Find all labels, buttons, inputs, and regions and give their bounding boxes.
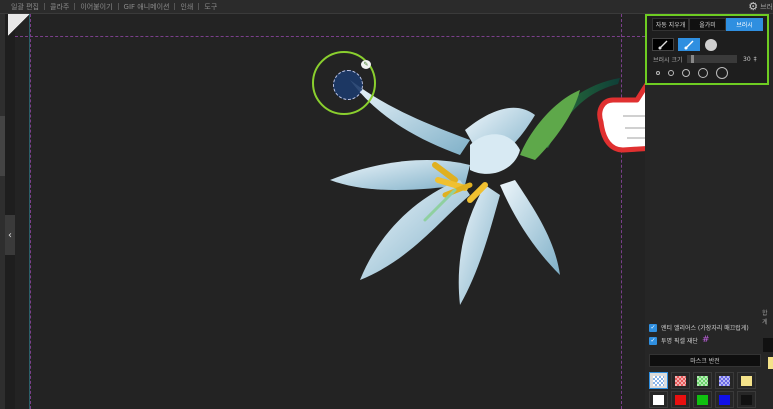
brush-erase-button[interactable] [678, 38, 700, 51]
menu-item-batch-edit[interactable]: 일괄 편집 [6, 2, 44, 12]
swatch-white[interactable] [649, 391, 668, 408]
gear-icon[interactable]: ⚙ [748, 1, 758, 12]
swatch-light-yellow[interactable] [737, 372, 756, 389]
guide-line-top [15, 36, 645, 37]
circle-brush-icon [705, 38, 717, 51]
brush-cursor-area [333, 70, 363, 100]
antialias-option[interactable]: ✓ 엔티 앨리어스 (가장자리 매끄럽게) [649, 321, 749, 334]
menu-item-collage[interactable]: 콜라주 [45, 2, 74, 12]
right-edge-swatch[interactable] [768, 357, 773, 369]
menu-item-print[interactable]: 인쇄 [175, 2, 198, 12]
brush-tool-row [652, 38, 718, 51]
preset-size-l[interactable] [698, 68, 708, 78]
transparent-crop-option[interactable]: ✓ 투명 픽셀 재단 # [649, 334, 749, 347]
preset-size-m[interactable] [682, 69, 690, 77]
chevron-left-icon: ‹ [8, 229, 12, 241]
swatch-green[interactable] [693, 391, 712, 408]
mode-tabs: 자동 지우개 올가미 브러시 [652, 18, 763, 31]
right-edge-label: 합계 [762, 310, 768, 326]
left-sidebar-scroll-tab[interactable] [0, 116, 5, 176]
tab-auto-eraser[interactable]: 자동 지우개 [652, 18, 689, 31]
preset-size-xs[interactable] [656, 71, 660, 75]
brush-restore-icon [658, 40, 668, 49]
brush-size-slider-knob[interactable] [690, 55, 694, 63]
swatch-light-green[interactable] [693, 372, 712, 389]
crop-grid-icon: # [701, 335, 710, 345]
tab-lasso[interactable]: 올가미 [689, 18, 726, 31]
brush-size-slider[interactable] [687, 55, 737, 63]
brush-settings-panel: 자동 지우개 올가미 브러시 브러시 크기 30 ‡ [645, 14, 769, 85]
checker-swatch-icon [653, 375, 664, 386]
guide-line-left [30, 14, 31, 409]
antialias-label: 엔티 앨리어스 (가장자리 매끄럽게) [661, 325, 749, 332]
main-menu: 일괄 편집 콜라주 이어붙이기 GIF 애니메이션 인쇄 도구 [6, 1, 222, 12]
brush-size-stepper-icon[interactable]: ‡ [754, 56, 757, 63]
collapse-panel-button[interactable]: ‹ [5, 215, 15, 255]
transparent-crop-checkbox[interactable]: ✓ [649, 336, 657, 345]
swatch-red[interactable] [671, 391, 690, 408]
top-right-controls: ⚙ 브러 [748, 0, 773, 13]
swatch-blue[interactable] [715, 391, 734, 408]
swatch-black[interactable] [737, 391, 756, 408]
invert-mask-button[interactable]: 마스크 반전 [649, 354, 761, 367]
panel-title-truncated: 브러 [760, 2, 773, 11]
preset-size-s[interactable] [668, 70, 674, 76]
mask-color-swatches [649, 372, 756, 408]
antialias-checkbox[interactable]: ✓ [649, 323, 657, 332]
canvas-corner-badge [8, 14, 30, 36]
menu-item-combine[interactable]: 이어붙이기 [75, 2, 117, 12]
tab-brush[interactable]: 브러시 [726, 18, 763, 31]
brush-size-label: 브러시 크기 [653, 56, 683, 64]
circle-brush-button[interactable] [704, 38, 718, 51]
transparent-crop-label: 투명 픽셀 재단 [661, 338, 698, 345]
swatch-checker-blue[interactable] [649, 372, 668, 389]
brush-size-row: 브러시 크기 30 ‡ [653, 54, 763, 64]
brush-size-value[interactable]: 30 [743, 56, 751, 63]
brush-size-presets [656, 67, 728, 79]
brush-cursor-tag-icon: ✎ [361, 60, 371, 69]
right-edge-panel [763, 338, 773, 352]
swatch-light-red[interactable] [671, 372, 690, 389]
brush-restore-button[interactable] [652, 38, 674, 51]
preset-size-xl[interactable] [716, 67, 728, 79]
menu-item-gif-animation[interactable]: GIF 애니메이션 [119, 2, 175, 12]
left-sidebar-strip [0, 14, 5, 409]
menu-item-tools[interactable]: 도구 [199, 2, 222, 12]
brush-erase-icon [684, 40, 694, 49]
mask-options: ✓ 엔티 앨리어스 (가장자리 매끄럽게) ✓ 투명 픽셀 재단 # [649, 321, 749, 347]
top-menu-bar: 일괄 편집 콜라주 이어붙이기 GIF 애니메이션 인쇄 도구 ⚙ 브러 [0, 0, 773, 14]
swatch-light-blue[interactable] [715, 372, 734, 389]
